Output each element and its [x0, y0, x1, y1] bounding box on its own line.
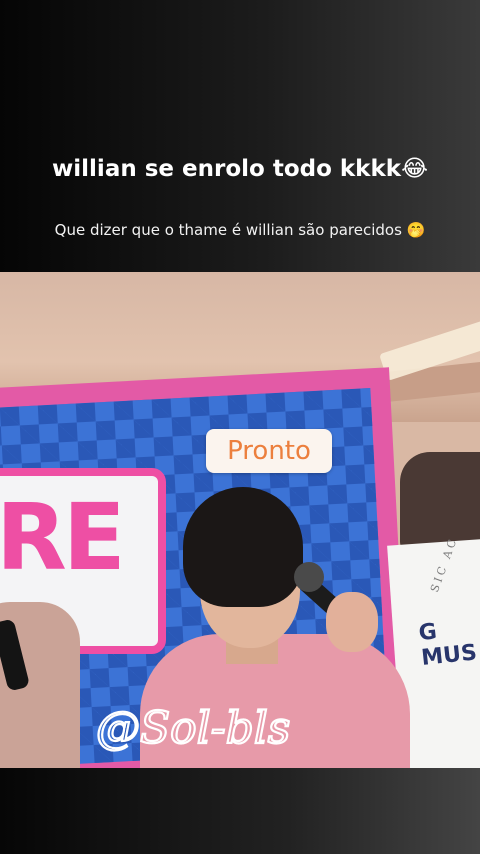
- background-crowd: [400, 452, 480, 552]
- bottom-band: [0, 768, 480, 854]
- singer-hair: [183, 487, 303, 607]
- event-banner-text: G MUS: [417, 619, 479, 671]
- video-title: willian se enrolo todo kkkk😂: [52, 156, 428, 182]
- stage-logo-letters: RE: [0, 484, 126, 591]
- singer-hand: [326, 592, 378, 652]
- microphone-head: [294, 562, 324, 592]
- top-caption-band: willian se enrolo todo kkkk😂 Que dizer q…: [0, 0, 480, 272]
- watermark-text: @Sol-bls: [96, 703, 290, 754]
- caption-text: Pronto: [227, 436, 311, 466]
- watermark-signature: @Sol-bls: [95, 702, 292, 755]
- video-subtitle: Que dizer que o thame é willian são pare…: [54, 221, 426, 239]
- video-frame: willian se enrolo todo kkkk😂 Que dizer q…: [0, 0, 480, 854]
- video-image: RE SIC AC G MUS Pronto @Sol-bls: [0, 272, 480, 768]
